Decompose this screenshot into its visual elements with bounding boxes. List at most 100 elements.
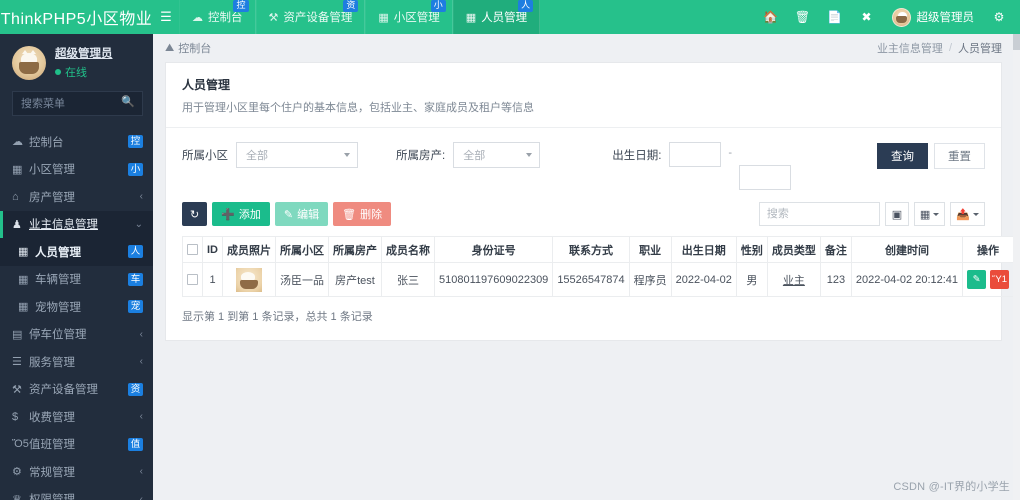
service-icon: ☰ bbox=[12, 356, 22, 369]
wrench-icon: ⚒ bbox=[12, 383, 22, 396]
sidebar-item-4[interactable]: ▦ 人员管理 人 bbox=[0, 238, 153, 266]
property-select[interactable]: 全部 bbox=[453, 142, 541, 168]
sidebar-item-5[interactable]: ▦ 车辆管理 车 bbox=[0, 266, 153, 294]
hamburger-icon[interactable]: ☰ bbox=[153, 0, 179, 34]
sidebar-item-3[interactable]: ♟ 业主信息管理 ⌄ bbox=[0, 210, 153, 238]
online-dot-icon bbox=[55, 69, 61, 75]
chevron-down-icon bbox=[526, 153, 533, 157]
sidebar-item-label: 业主信息管理 bbox=[29, 219, 98, 232]
cell-photo[interactable] bbox=[222, 262, 276, 297]
topnav-item-2[interactable]: ▦ 小区管理小 bbox=[365, 0, 453, 34]
table-header-cell: 所属房产 bbox=[328, 236, 382, 263]
breadcrumb-parent[interactable]: 业主信息管理 bbox=[877, 40, 943, 56]
dashboard-icon: ☁ bbox=[192, 11, 203, 24]
scrollbar-track[interactable] bbox=[1013, 34, 1020, 500]
reset-button[interactable]: 重置 bbox=[934, 143, 985, 169]
table-search-input[interactable] bbox=[758, 202, 880, 226]
sidebar-item-10[interactable]: $ 收费管理 ‹ bbox=[0, 403, 153, 431]
sidebar-item-label: 人员管理 bbox=[35, 246, 81, 259]
sidebar: 超级管理员 在线 🔍 ☁ 控制台 控 ▦ 小区管理 小 ⌂ 房产管理 ‹ ♟ 业主信息管理 ⌄ ▦ 人员管… bbox=[0, 34, 153, 500]
row-delete-button[interactable]: Ὕ1 bbox=[990, 270, 1010, 289]
topnav-item-1[interactable]: ⚒ 资产设备管理资 bbox=[255, 0, 366, 34]
topnav-badge: 资 bbox=[343, 0, 359, 12]
add-button[interactable]: ➕ 添加 bbox=[212, 202, 270, 226]
breadcrumb-home[interactable]: ⛰ 控制台 bbox=[165, 40, 211, 56]
sidebar-item-12[interactable]: ⚙ 常规管理 ‹ bbox=[0, 458, 153, 486]
table-header-cell: 出生日期 bbox=[670, 236, 737, 263]
sidebar-item-label: 宠物管理 bbox=[35, 301, 81, 314]
cell-actions: ✎ Ὕ1 bbox=[962, 262, 1015, 297]
sidebar-user-status: 在线 bbox=[55, 64, 113, 80]
filter-birthdate-label: 出生日期: bbox=[612, 150, 662, 162]
select-all-checkbox[interactable] bbox=[187, 244, 198, 256]
dashboard-icon: ⛰ bbox=[165, 41, 175, 54]
shuffle-icon[interactable]: ✖ bbox=[852, 0, 882, 34]
brand-title: ThinkPHP5小区物业 bbox=[0, 0, 153, 34]
community-select[interactable]: 全部 bbox=[236, 142, 358, 168]
delete-button[interactable]: 🗑 删除 bbox=[333, 202, 392, 226]
topnav-item-0[interactable]: ☁ 控制台控 bbox=[179, 0, 256, 34]
sidebar-item-label: 停车位管理 bbox=[29, 329, 87, 342]
scrollbar-thumb[interactable] bbox=[1013, 34, 1020, 50]
sidebar-item-2[interactable]: ⌂ 房产管理 ‹ bbox=[0, 183, 153, 211]
export-icon[interactable]: 📤 bbox=[950, 202, 985, 226]
topnav-item-label: 资产设备管理 bbox=[283, 12, 353, 24]
filter-community: 所属小区 全部 bbox=[182, 142, 358, 168]
sidebar-user-name[interactable]: 超级管理员 bbox=[55, 45, 113, 61]
chevron-left-icon: ‹ bbox=[139, 191, 143, 203]
sidebar-item-1[interactable]: ▦ 小区管理 小 bbox=[0, 156, 153, 184]
sidebar-item-0[interactable]: ☁ 控制台 控 bbox=[0, 128, 153, 156]
filter-property-label: 所属房产: bbox=[396, 150, 446, 162]
topnav-item-3[interactable]: ▦ 人员管理人 bbox=[452, 0, 541, 34]
birthdate-from-input[interactable] bbox=[669, 142, 722, 167]
calendar-icon: Ὄ5 bbox=[12, 438, 29, 451]
cell-birthdate: 2022-04-02 bbox=[670, 262, 737, 297]
edit-button[interactable]: ✎ 编辑 bbox=[274, 202, 329, 226]
sidebar-item-7[interactable]: ▤ 停车位管理 ‹ bbox=[0, 321, 153, 349]
table-header-cell: 成员类型 bbox=[766, 236, 821, 263]
table-header-cell: 所属小区 bbox=[275, 236, 329, 263]
table-header-cell: 操作 bbox=[962, 236, 1015, 263]
cell-remark: 123 bbox=[819, 262, 852, 297]
home-icon[interactable]: 🏠 bbox=[756, 0, 786, 34]
cell-community: 汤臣一品 bbox=[275, 262, 329, 297]
trash-icon[interactable]: 🗑 bbox=[788, 0, 818, 34]
chevron-down-icon bbox=[344, 153, 350, 157]
table-footer-info: 显示第 1 到第 1 条记录，总共 1 条记录 bbox=[182, 311, 373, 323]
member-photo[interactable] bbox=[236, 267, 262, 292]
dollar-icon: $ bbox=[12, 410, 19, 423]
table-row[interactable]: 1 汤臣一品 房产test 张三 510801197609022309 155265478… bbox=[182, 262, 1015, 297]
query-button[interactable]: 查询 bbox=[877, 143, 928, 169]
chevron-left-icon: ‹ bbox=[139, 493, 143, 500]
filter-birthdate: 出生日期: - bbox=[612, 142, 792, 190]
sidebar-item-6[interactable]: ▦ 宠物管理 宠 bbox=[0, 293, 153, 321]
sidebar-item-8[interactable]: ☰ 服务管理 ‹ bbox=[0, 348, 153, 376]
sidebar-item-label: 权限管理 bbox=[29, 491, 140, 500]
top-user-menu[interactable]: 超级管理员 bbox=[884, 7, 983, 27]
sidebar-item-label: 控制台 bbox=[29, 136, 64, 149]
gears-icon: ⚙ bbox=[12, 466, 22, 479]
sidebar-item-label: 值班管理 bbox=[29, 439, 75, 452]
member-type-label: 业主 bbox=[782, 274, 805, 287]
row-select-cell[interactable] bbox=[182, 262, 203, 297]
status-text: 在线 bbox=[65, 67, 87, 79]
birthdate-to-input[interactable] bbox=[739, 165, 792, 190]
row-edit-button[interactable]: ✎ bbox=[967, 270, 987, 289]
sidebar-item-label: 收费管理 bbox=[29, 411, 75, 424]
chevron-left-icon: ‹ bbox=[139, 328, 143, 340]
columns-icon[interactable]: ▦ bbox=[913, 202, 946, 226]
search-icon[interactable]: 🔍 bbox=[121, 95, 135, 108]
cell-phone: 15526547874 bbox=[552, 262, 630, 297]
gears-icon[interactable]: ⚙ bbox=[984, 0, 1014, 34]
row-checkbox[interactable] bbox=[187, 274, 198, 286]
select-all-header[interactable] bbox=[182, 236, 203, 263]
note-icon[interactable]: 📄 bbox=[820, 0, 850, 34]
data-table: ID 成员照片 所属小区 所属房产 成员名称 身份证号 联系方式 职业 出生日期 性别 成员类型 备注… bbox=[182, 236, 1015, 297]
sidebar-item-13[interactable]: ♛ 权限管理‹ bbox=[0, 486, 153, 500]
sidebar-badge: 人 bbox=[128, 245, 143, 259]
sidebar-item-11[interactable]: Ὄ5 值班管理 值 bbox=[0, 431, 153, 459]
refresh-button[interactable]: ↻ bbox=[182, 202, 208, 226]
sidebar-item-9[interactable]: ⚒ 资产设备管理 资 bbox=[0, 376, 153, 404]
fullscreen-icon[interactable]: ▣ bbox=[884, 202, 909, 226]
row-action-group: ✎ Ὕ1 bbox=[967, 270, 1010, 289]
